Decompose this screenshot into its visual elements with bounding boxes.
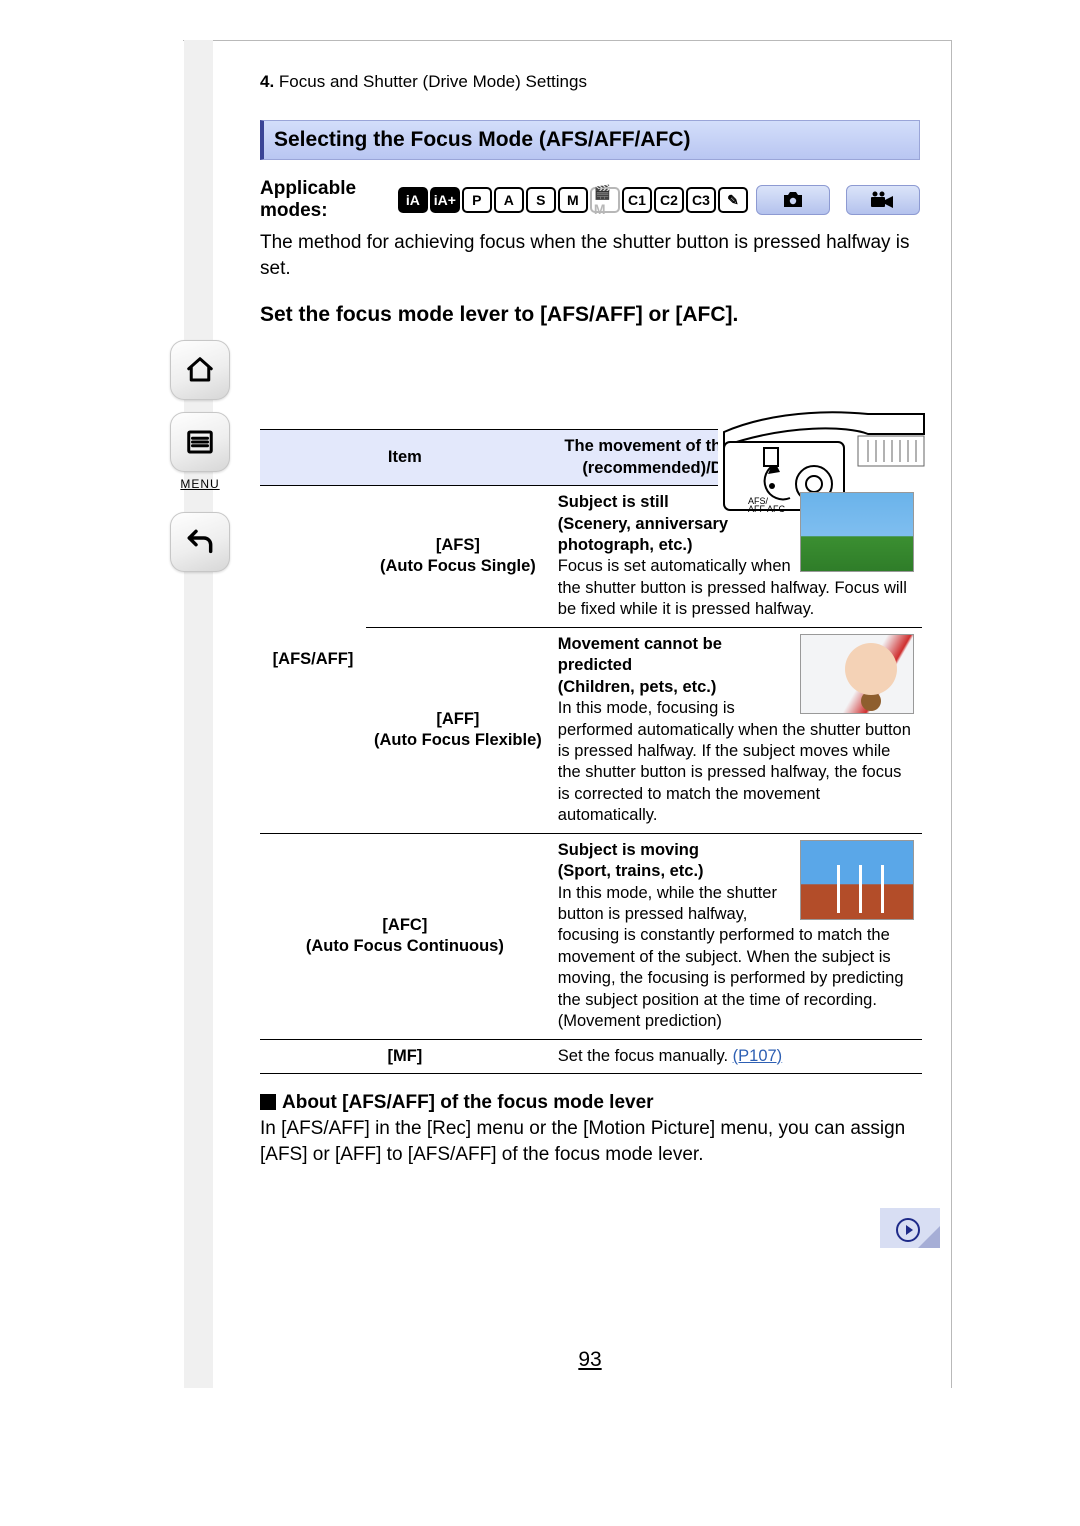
item-aff-sub: (Auto Focus Flexible) — [374, 731, 542, 749]
mf-body: Set the focus manually. — [558, 1047, 733, 1065]
home-icon — [185, 355, 215, 385]
table-row-afs: [AFS/AFF] [AFS] (Auto Focus Single) Subj… — [260, 486, 922, 628]
desc-aff: Movement cannot be predicted (Children, … — [550, 627, 922, 833]
section-instruction: Set the focus mode lever to [AFS/AFF] or… — [260, 303, 920, 327]
desc-afc: Subject is moving (Sport, trains, etc.) … — [550, 833, 922, 1039]
afs-title: Subject is still — [558, 493, 669, 511]
desc-mf: Set the focus manually. (P107) — [550, 1039, 922, 1073]
page-gutter — [184, 40, 213, 1388]
item-aff-name: [AFF] — [436, 710, 479, 728]
mode-media-indicators — [756, 185, 920, 215]
chapter-heading: 4. Focus and Shutter (Drive Mode) Settin… — [240, 40, 940, 120]
next-page-corner[interactable] — [880, 1208, 940, 1248]
table-header-item: Item — [260, 430, 550, 486]
home-button[interactable] — [170, 340, 230, 400]
thumb-scenery — [800, 492, 914, 572]
video-icon — [870, 191, 896, 209]
mode-chip-s: S — [526, 187, 556, 213]
item-afc: [AFC] (Auto Focus Continuous) — [260, 833, 550, 1039]
table-row-mf: [MF] Set the focus manually. (P107) — [260, 1039, 922, 1073]
about-body: In [AFS/AFF] in the [Rec] menu or the [M… — [260, 1116, 920, 1167]
group-afs-aff: [AFS/AFF] — [260, 486, 366, 834]
back-button[interactable] — [170, 512, 230, 572]
camera-icon — [781, 191, 805, 209]
mode-chip-c3: C3 — [686, 187, 716, 213]
mode-icons: iA iA+ P A S M 🎬M C1 C2 C3 ✎ — [398, 187, 748, 213]
aff-subtitle: (Children, pets, etc.) — [558, 678, 717, 696]
item-afs-sub: (Auto Focus Single) — [380, 557, 536, 575]
frame-rule-right — [951, 40, 952, 1388]
mode-chip-a: A — [494, 187, 524, 213]
square-bullet-icon — [260, 1094, 276, 1110]
chapter-title: Focus and Shutter (Drive Mode) Settings — [279, 72, 587, 91]
item-afc-name: [AFC] — [382, 916, 427, 934]
corner-fold-icon — [918, 1226, 940, 1248]
applicable-modes-row: Applicable modes: iA iA+ P A S M 🎬M C1 C… — [260, 178, 920, 222]
mode-chip-m: M — [558, 187, 588, 213]
chapter-number: 4. — [260, 72, 274, 91]
mf-page-link[interactable]: (P107) — [733, 1047, 783, 1065]
table-row-afc: [AFC] (Auto Focus Continuous) Subject is… — [260, 833, 922, 1039]
afc-subtitle: (Sport, trains, etc.) — [558, 862, 704, 880]
applicable-modes-label: Applicable modes: — [260, 178, 390, 222]
mode-chip-p: P — [462, 187, 492, 213]
section-lead: The method for achieving focus when the … — [260, 230, 920, 281]
contents-button[interactable] — [170, 412, 230, 472]
next-arrow-icon — [896, 1218, 920, 1242]
desc-afs: Subject is still (Scenery, anniversary p… — [550, 486, 922, 628]
mode-chip-ia: iA — [398, 187, 428, 213]
thumb-child — [800, 634, 914, 714]
list-icon — [185, 427, 215, 457]
item-afc-sub: (Auto Focus Continuous) — [306, 937, 504, 955]
page-number[interactable]: 93 — [240, 1348, 940, 1372]
about-heading-text: About [AFS/AFF] of the focus mode lever — [282, 1092, 654, 1113]
focus-mode-table: Item The movement of the subject and the… — [260, 429, 922, 1074]
mode-chip-creative: ✎ — [718, 187, 748, 213]
item-mf: [MF] — [260, 1039, 550, 1073]
aff-title: Movement cannot be predicted — [558, 635, 722, 674]
mode-chip-c2: C2 — [654, 187, 684, 213]
photo-mode-pill — [756, 185, 830, 215]
thumb-sport — [800, 840, 914, 920]
mode-chip-movie-m: 🎬M — [590, 187, 620, 213]
page: MENU 4. Focus and Shutter (Drive Mode) S… — [0, 0, 1080, 1526]
menu-label[interactable]: MENU — [170, 477, 230, 491]
section-heading: Selecting the Focus Mode (AFS/AFF/AFC) — [260, 120, 920, 160]
back-arrow-icon — [184, 526, 216, 558]
about-heading: About [AFS/AFF] of the focus mode lever — [260, 1092, 920, 1114]
mode-chip-ia-plus: iA+ — [430, 187, 460, 213]
item-aff: [AFF] (Auto Focus Flexible) — [366, 627, 550, 833]
item-afs-name: [AFS] — [436, 536, 480, 554]
video-mode-pill — [846, 185, 920, 215]
afs-subtitle: (Scenery, anniversary photograph, etc.) — [558, 515, 728, 554]
mode-chip-c1: C1 — [622, 187, 652, 213]
item-afs: [AFS] (Auto Focus Single) — [366, 486, 550, 628]
afc-title: Subject is moving — [558, 841, 699, 859]
main-content: 4. Focus and Shutter (Drive Mode) Settin… — [240, 40, 940, 1167]
aff-body: In this mode, focusing is performed auto… — [558, 699, 911, 824]
